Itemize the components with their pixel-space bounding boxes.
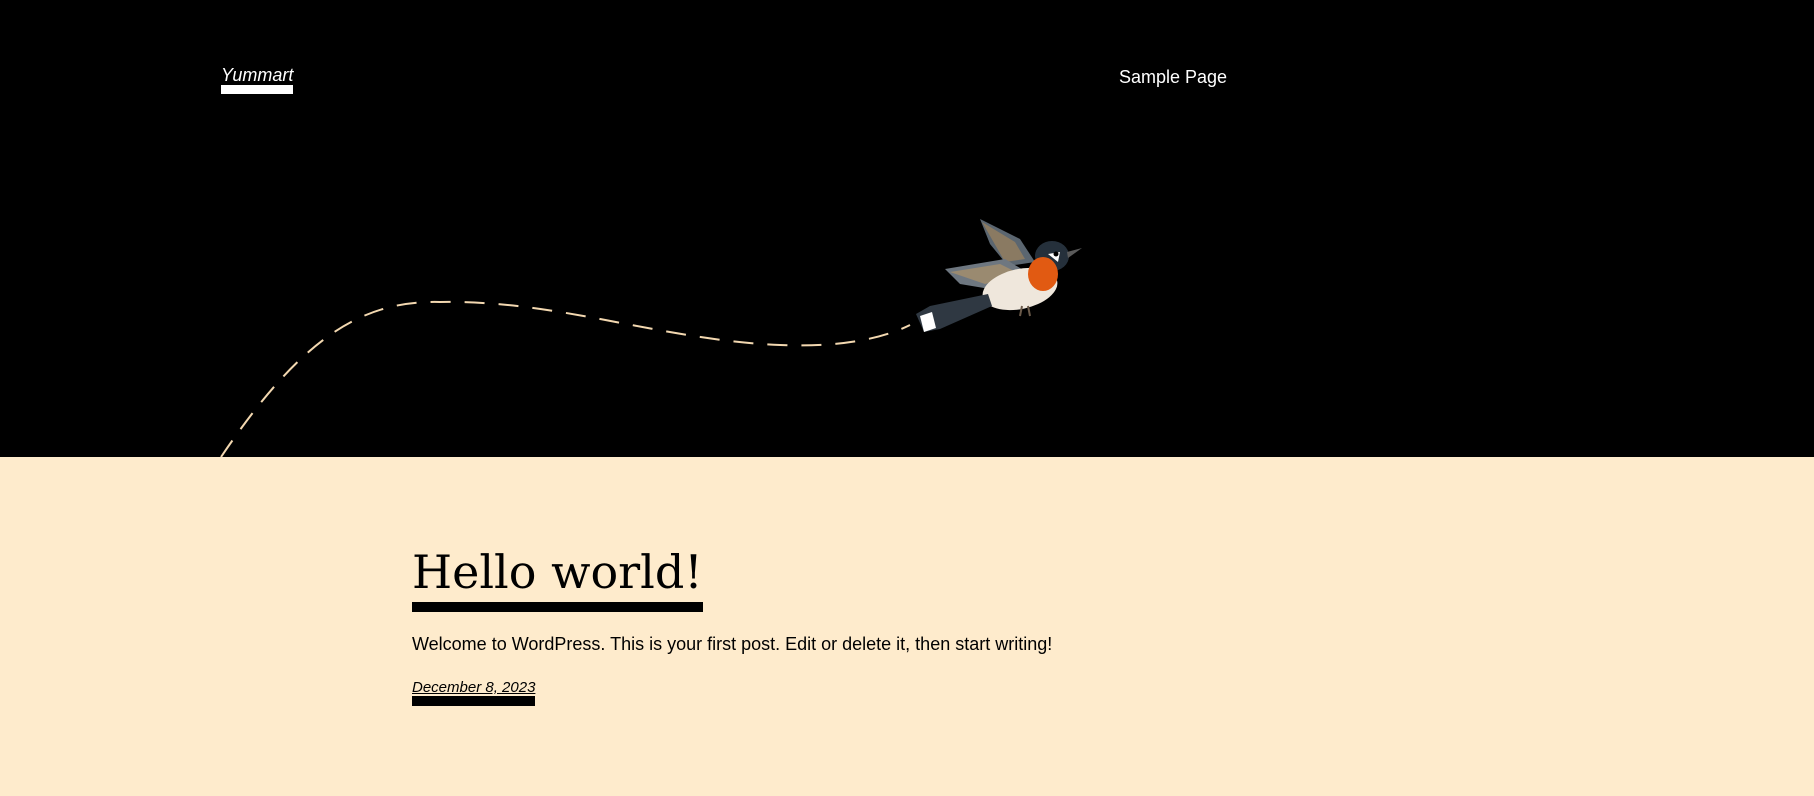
post-list: Hello world! Welcome to WordPress. This … [412, 547, 1412, 707]
dashed-flight-path [220, 300, 911, 457]
flight-path-decoration [220, 300, 911, 457]
site-header: Yummart Sample Page [0, 0, 1814, 457]
post-excerpt: Welcome to WordPress. This is your first… [412, 633, 1053, 654]
post-date-link[interactable]: December 8, 2023 [412, 679, 536, 707]
bird-illustration-icon [916, 219, 1082, 332]
post-title-link[interactable]: Hello world! [412, 547, 703, 612]
